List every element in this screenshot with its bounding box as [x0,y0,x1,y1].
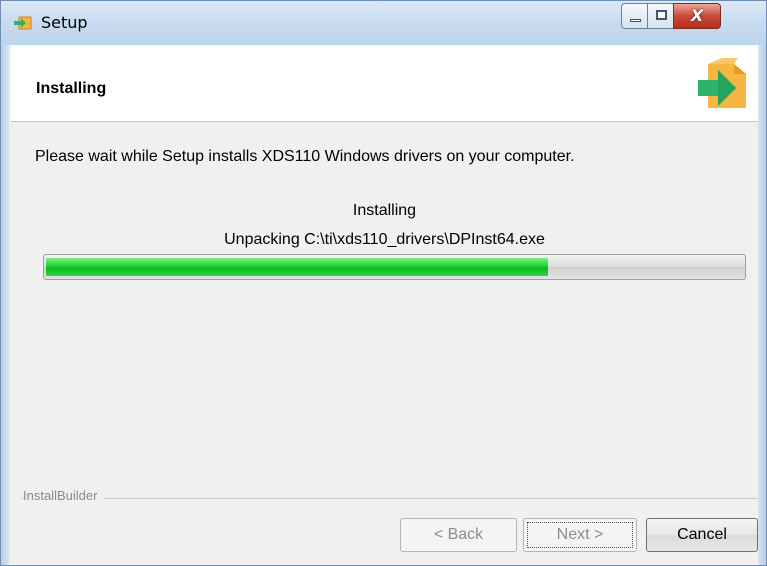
status-title: Installing [352,202,417,219]
next-button[interactable]: Next > [523,518,637,552]
close-icon: X [690,6,704,25]
setup-app-icon [14,16,32,30]
focus-ring [527,522,633,548]
close-button[interactable]: X [673,3,721,29]
cancel-button[interactable]: Cancel [646,518,758,552]
minimize-button[interactable] [621,3,648,29]
title-bar[interactable]: Setup X [1,1,766,45]
page-header: Installing [11,45,758,122]
installbuilder-label: InstallBuilder [23,488,104,503]
install-progress-bar [43,254,746,280]
maximize-button[interactable] [647,3,674,29]
back-button[interactable]: < Back [400,518,517,552]
setup-window: Setup X Installing Please wait while Set… [0,0,767,566]
package-arrow-icon [698,58,746,108]
dialog-body [9,45,758,565]
window-right-border [758,45,766,565]
footer-divider [21,498,758,500]
page-title: Installing [36,80,107,97]
maximize-icon [656,10,667,20]
install-description: Please wait while Setup installs XDS110 … [35,148,575,165]
window-title: Setup [41,13,88,32]
minimize-icon [630,19,641,22]
progress-fill [46,258,548,276]
status-detail: Unpacking C:\ti\xds110_drivers\DPInst64.… [224,231,545,248]
window-left-border [1,45,9,565]
